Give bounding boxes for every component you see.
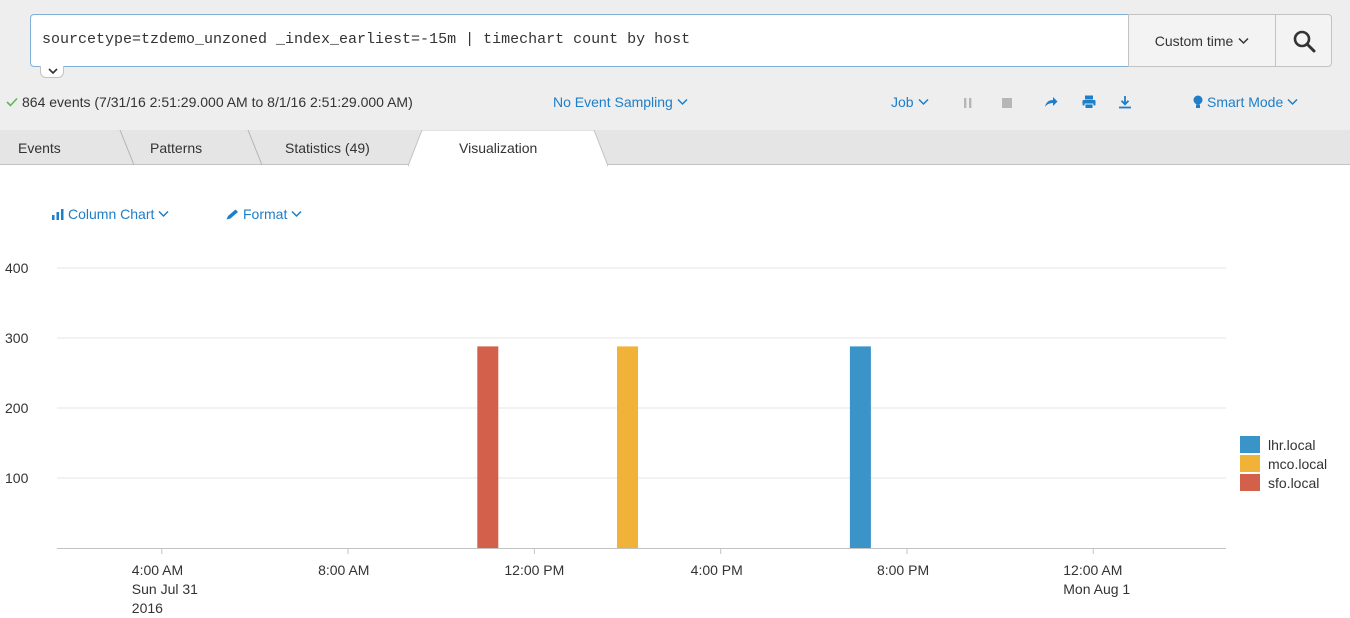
- chart-type-dropdown[interactable]: Column Chart: [52, 206, 169, 222]
- x-tick-label: 4:00 PM: [691, 562, 743, 578]
- tab-patterns[interactable]: Patterns: [150, 130, 202, 165]
- legend-item[interactable]: sfo.local: [1240, 473, 1327, 492]
- bar-mco-local[interactable]: [617, 346, 639, 548]
- search-query-text[interactable]: sourcetype=tzdemo_unzoned _index_earlies…: [42, 31, 690, 48]
- x-tick-label: 8:00 AM: [318, 562, 369, 578]
- y-tick-label: 400: [5, 260, 29, 276]
- sampling-label: No Event Sampling: [553, 94, 673, 110]
- legend-swatch: [1240, 455, 1260, 472]
- search-area: sourcetype=tzdemo_unzoned _index_earlies…: [0, 0, 1350, 130]
- download-icon: [1119, 96, 1131, 109]
- export-button[interactable]: [1118, 95, 1132, 109]
- event-sampling-dropdown[interactable]: No Event Sampling: [553, 94, 688, 110]
- tab-statistics[interactable]: Statistics (49): [285, 130, 370, 165]
- search-input[interactable]: sourcetype=tzdemo_unzoned _index_earlies…: [30, 14, 1129, 67]
- search-mode-dropdown[interactable]: Smart Mode: [1193, 94, 1298, 110]
- events-summary-text: 864 events (7/31/16 2:51:29.000 AM to 8/…: [22, 94, 413, 110]
- pencil-icon: [226, 209, 238, 219]
- time-range-picker[interactable]: Custom time: [1128, 14, 1276, 67]
- legend-swatch: [1240, 436, 1260, 453]
- print-button[interactable]: [1082, 95, 1096, 109]
- tab-label: Statistics (49): [285, 139, 370, 156]
- results-tabs: Events Patterns Statistics (49) Visualiz…: [0, 130, 1350, 166]
- x-tick-label: 8:00 PM: [877, 562, 929, 578]
- chart-bars: [477, 346, 871, 548]
- lightbulb-icon: [1193, 95, 1203, 108]
- stop-button[interactable]: [1002, 98, 1012, 108]
- pause-icon: [964, 98, 972, 108]
- tab-label: Patterns: [150, 139, 203, 156]
- chart-legend: lhr.local mco.local sfo.local: [1240, 435, 1327, 492]
- stop-icon: [1002, 98, 1012, 108]
- expand-search-toggle[interactable]: [40, 66, 64, 78]
- checkmark-icon: [6, 97, 18, 107]
- chevron-down-icon: [48, 68, 58, 75]
- chevron-down-icon: [918, 98, 929, 106]
- y-tick-label: 100: [5, 470, 29, 486]
- column-chart: 100 200 300 400 4:00 AM Sun Jul 31 2016 8:00 AM…: [5, 260, 1226, 616]
- job-menu[interactable]: Job: [891, 94, 929, 110]
- job-label: Job: [891, 94, 914, 110]
- search-mode-label: Smart Mode: [1207, 94, 1284, 110]
- format-label: Format: [243, 206, 288, 222]
- status-bar: 864 events (7/31/16 2:51:29.000 AM to 8/…: [0, 88, 1350, 118]
- legend-label: lhr.local: [1268, 436, 1316, 453]
- event-count-summary: 864 events (7/31/16 2:51:29.000 AM to 8/…: [6, 94, 413, 110]
- chevron-down-icon: [1287, 98, 1298, 106]
- chevron-down-icon: [677, 98, 688, 106]
- pause-button[interactable]: [963, 98, 973, 108]
- tab-events[interactable]: Events: [18, 130, 61, 165]
- share-icon: [1045, 97, 1058, 107]
- chevron-down-icon: [158, 210, 169, 218]
- print-icon: [1082, 95, 1096, 109]
- bar-chart-icon: [52, 208, 64, 220]
- tab-visualization[interactable]: Visualization: [459, 130, 537, 165]
- share-button[interactable]: [1044, 96, 1058, 108]
- x-tick-label: 12:00 AM Mon Aug 1: [1063, 562, 1130, 597]
- tab-label: Visualization: [459, 139, 538, 156]
- bar-lhr-local[interactable]: [849, 346, 871, 548]
- y-tick-label: 300: [5, 330, 29, 346]
- x-tick-label: 4:00 AM Sun Jul 31 2016: [132, 562, 198, 616]
- legend-item[interactable]: lhr.local: [1240, 435, 1327, 454]
- chart-grid: [57, 267, 1226, 479]
- legend-label: sfo.local: [1268, 474, 1320, 491]
- tab-label: Events: [18, 139, 61, 156]
- chart-type-label: Column Chart: [68, 206, 155, 222]
- tab-divider: [119, 130, 135, 165]
- format-dropdown[interactable]: Format: [226, 206, 302, 222]
- chevron-down-icon: [1238, 37, 1249, 44]
- tab-divider: [247, 130, 263, 165]
- bar-sfo-local[interactable]: [477, 346, 499, 548]
- y-tick-label: 200: [5, 400, 29, 416]
- x-tick-label: 12:00 PM: [504, 562, 564, 578]
- chevron-down-icon: [291, 210, 302, 218]
- search-button[interactable]: [1275, 14, 1332, 67]
- time-picker-label: Custom time: [1154, 32, 1234, 49]
- search-icon: [1293, 30, 1315, 52]
- chart-axes: 100 200 300 400 4:00 AM Sun Jul 31 2016 8:00 AM…: [5, 260, 1226, 616]
- legend-item[interactable]: mco.local: [1240, 454, 1327, 473]
- legend-swatch: [1240, 474, 1260, 491]
- legend-label: mco.local: [1268, 455, 1328, 472]
